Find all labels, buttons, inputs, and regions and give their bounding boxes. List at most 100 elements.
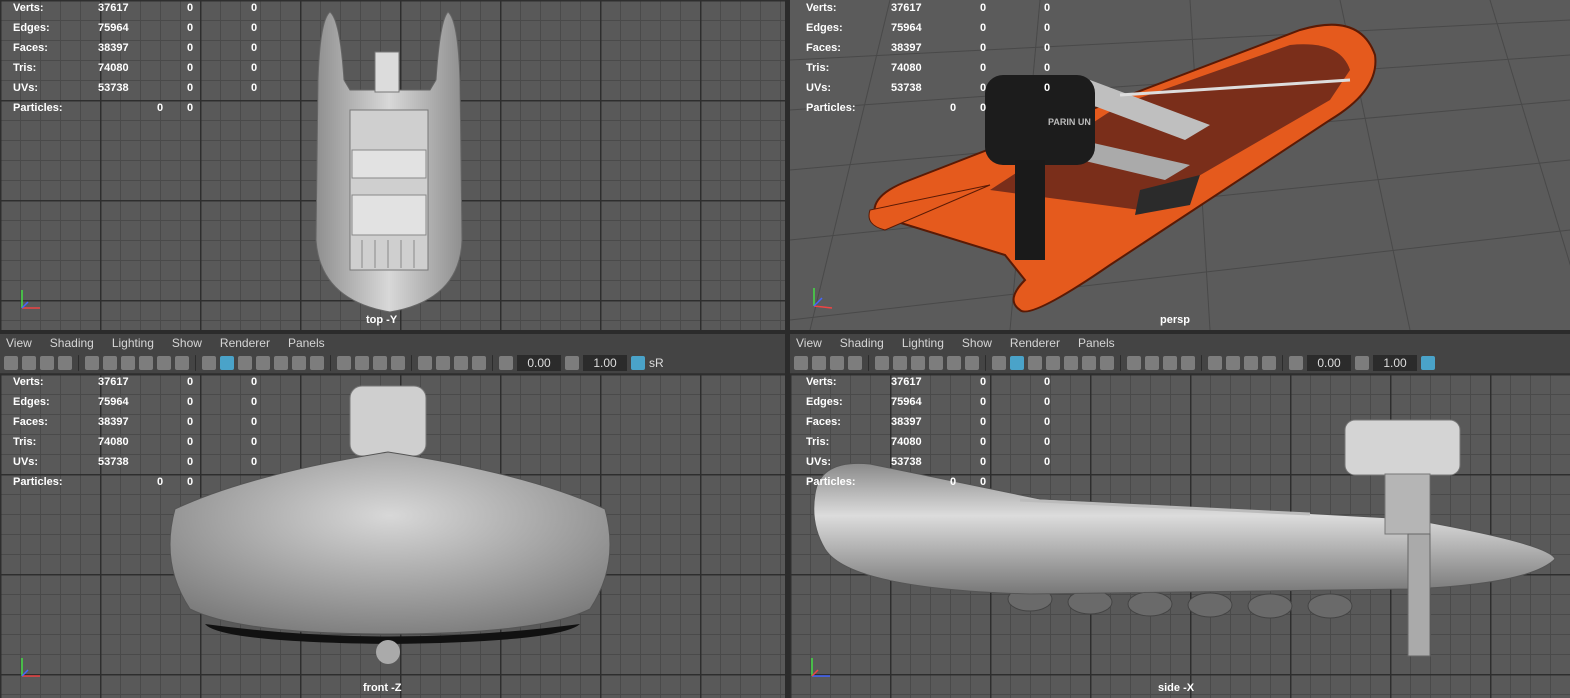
antialias-icon[interactable] — [1163, 355, 1177, 370]
toolbar-divider — [1201, 354, 1202, 371]
toolbar-divider — [868, 354, 869, 371]
gamma-icon[interactable] — [1355, 355, 1369, 370]
boat-persp: PARIN UN — [868, 23, 1377, 313]
camera-attr-icon[interactable] — [812, 355, 826, 370]
menu-show[interactable]: Show — [962, 336, 992, 350]
lights-icon[interactable] — [1082, 355, 1096, 370]
toolbar-left: 0.00 1.00 sR — [0, 352, 785, 374]
camera-icon[interactable] — [794, 355, 808, 370]
boat-front-view — [169, 385, 611, 664]
image-plane-icon[interactable] — [58, 355, 72, 370]
toolbar-divider — [78, 354, 79, 371]
viewport-front[interactable]: Verts: 37617 0 0 Edges: 75964 0 0 Faces: 38397 0… — [0, 374, 785, 698]
toolbar-divider — [1282, 354, 1283, 371]
gamma-field[interactable]: 1.00 — [583, 354, 627, 371]
exposure-field[interactable]: 0.00 — [1307, 354, 1351, 371]
viewport-label: front -Z — [363, 682, 402, 694]
shadows-icon[interactable] — [310, 355, 324, 370]
menu-panels[interactable]: Panels — [1078, 336, 1115, 350]
bookmark-icon[interactable] — [830, 355, 844, 370]
color-space-label[interactable]: sR — [649, 356, 664, 370]
menu-lighting[interactable]: Lighting — [112, 336, 154, 350]
menu-shading[interactable]: Shading — [840, 336, 884, 350]
axis-gizmo-icon — [21, 290, 40, 309]
camera-attr-icon[interactable] — [22, 355, 36, 370]
grid-icon[interactable] — [875, 355, 889, 370]
resolution-gate-icon[interactable] — [911, 355, 925, 370]
wireframe-on-shaded-icon[interactable] — [256, 355, 270, 370]
panel-divider-vertical[interactable] — [785, 0, 790, 698]
wireframe-icon[interactable] — [992, 355, 1006, 370]
lights-icon[interactable] — [292, 355, 306, 370]
engine-brand-text: PARIN UN — [1048, 117, 1091, 127]
toolbar-divider — [330, 354, 331, 371]
gamma-icon[interactable] — [565, 355, 579, 370]
wireframe-on-shaded-icon[interactable] — [1046, 355, 1060, 370]
axis-gizmo-icon — [21, 658, 40, 677]
menu-renderer[interactable]: Renderer — [220, 336, 270, 350]
antialias-icon[interactable] — [373, 355, 387, 370]
menu-view[interactable]: View — [6, 336, 32, 350]
menu-panels[interactable]: Panels — [288, 336, 325, 350]
xray-joints-icon[interactable] — [436, 355, 450, 370]
viewport-label: top -Y — [366, 314, 398, 326]
wireframe-icon[interactable] — [202, 355, 216, 370]
exposure-field[interactable]: 0.00 — [517, 354, 561, 371]
viewport-persp[interactable]: PARIN UN Verts: 37617 0 0 Edges: 75964 0 0 Fac… — [790, 0, 1570, 330]
xray-joints-icon[interactable] — [1226, 355, 1240, 370]
backface-icon[interactable] — [1262, 355, 1276, 370]
textured-icon[interactable] — [1064, 355, 1078, 370]
exposure-icon[interactable] — [499, 355, 513, 370]
motion-blur-icon[interactable] — [355, 355, 369, 370]
viewport-label: side -X — [1158, 682, 1195, 694]
panel-divider-horizontal[interactable] — [0, 330, 1570, 334]
menu-bar-left: View Shading Lighting Show Renderer Pane… — [0, 334, 785, 352]
toolbar-divider — [411, 354, 412, 371]
menu-renderer[interactable]: Renderer — [1010, 336, 1060, 350]
gate-mask-icon[interactable] — [929, 355, 943, 370]
textured-icon[interactable] — [274, 355, 288, 370]
ssao-icon[interactable] — [1127, 355, 1141, 370]
safe-action-icon[interactable] — [175, 355, 189, 370]
film-gate-icon[interactable] — [103, 355, 117, 370]
menu-show[interactable]: Show — [172, 336, 202, 350]
isolate-select-icon[interactable] — [1208, 355, 1222, 370]
menu-shading[interactable]: Shading — [50, 336, 94, 350]
menu-view[interactable]: View — [796, 336, 822, 350]
field-chart-icon[interactable] — [947, 355, 961, 370]
gate-mask-icon[interactable] — [139, 355, 153, 370]
smooth-shade-icon[interactable] — [1010, 355, 1024, 370]
default-material-icon[interactable] — [1028, 355, 1042, 370]
shadows-icon[interactable] — [1100, 355, 1114, 370]
safe-action-icon[interactable] — [965, 355, 979, 370]
boat-top-view — [315, 11, 463, 313]
default-material-icon[interactable] — [238, 355, 252, 370]
toolbar-divider — [195, 354, 196, 371]
xray-components-icon[interactable] — [454, 355, 468, 370]
bookmark-icon[interactable] — [40, 355, 54, 370]
field-chart-icon[interactable] — [157, 355, 171, 370]
toolbar-divider — [985, 354, 986, 371]
gamma-field[interactable]: 1.00 — [1373, 354, 1417, 371]
color-management-icon[interactable] — [631, 355, 645, 370]
viewport-side[interactable]: Verts: 37617 0 0 Edges: 75964 0 0 Faces: 38397 0… — [790, 374, 1570, 698]
xray-components-icon[interactable] — [1244, 355, 1258, 370]
xray-icon[interactable] — [391, 355, 405, 370]
resolution-gate-icon[interactable] — [121, 355, 135, 370]
isolate-select-icon[interactable] — [418, 355, 432, 370]
ssao-icon[interactable] — [337, 355, 351, 370]
exposure-icon[interactable] — [1289, 355, 1303, 370]
viewport-top[interactable]: Verts: 37617 0 0 Edges: 75964 0 0 Faces: 38397 0… — [0, 0, 785, 330]
menu-lighting[interactable]: Lighting — [902, 336, 944, 350]
backface-icon[interactable] — [472, 355, 486, 370]
smooth-shade-icon[interactable] — [220, 355, 234, 370]
xray-icon[interactable] — [1181, 355, 1195, 370]
motion-blur-icon[interactable] — [1145, 355, 1159, 370]
film-gate-icon[interactable] — [893, 355, 907, 370]
toolbar-divider — [492, 354, 493, 371]
grid-icon[interactable] — [85, 355, 99, 370]
image-plane-icon[interactable] — [848, 355, 862, 370]
color-management-icon[interactable] — [1421, 355, 1435, 370]
toolbar-right: 0.00 1.00 — [790, 352, 1570, 374]
camera-icon[interactable] — [4, 355, 18, 370]
